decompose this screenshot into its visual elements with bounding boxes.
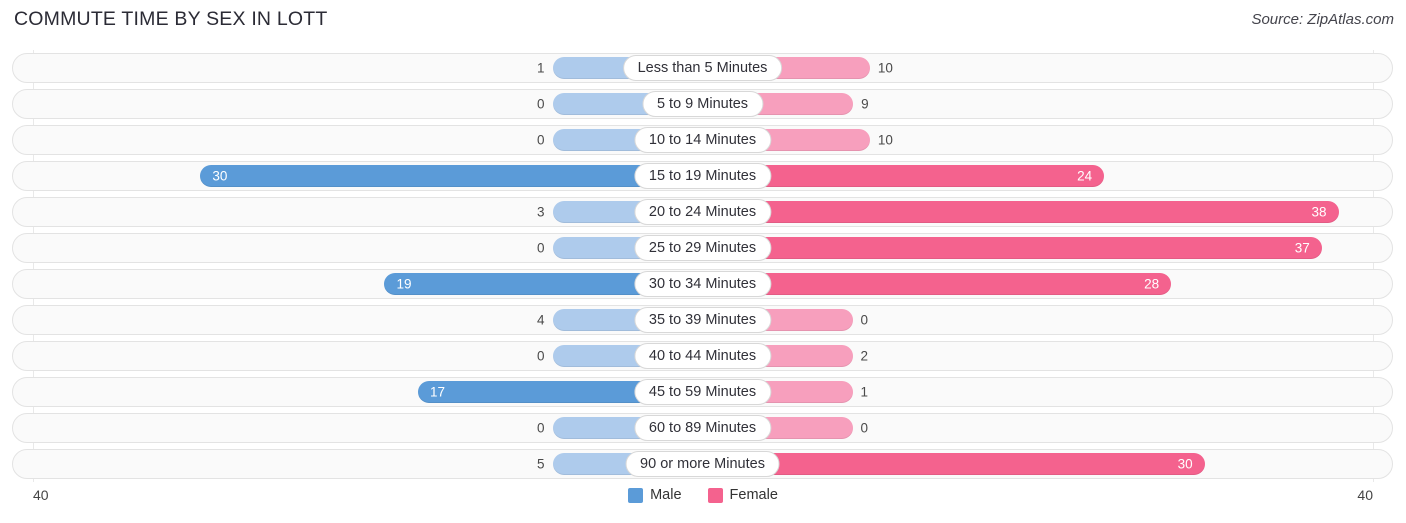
bar-value-female: 37	[1294, 240, 1310, 256]
table-row[interactable]: 4 0 35 to 39 Minutes	[12, 305, 1393, 335]
legend-swatch-male-icon	[628, 487, 644, 503]
table-row[interactable]: 0 2 40 to 44 Minutes	[12, 341, 1393, 371]
bar-value-female: 28	[1144, 276, 1160, 292]
bar-rows: 1 10 Less than 5 Minutes 0 9 5 to 9 Minutes 0 1…	[0, 50, 1406, 482]
bar-value-male: 0	[536, 420, 545, 436]
category-label: 25 to 29 Minutes	[633, 235, 772, 261]
category-label: 15 to 19 Minutes	[633, 163, 772, 189]
bar-value-female: 10	[877, 132, 893, 148]
bar-value-female: 0	[860, 420, 869, 436]
bar-value-male: 0	[536, 240, 545, 256]
category-label: 30 to 34 Minutes	[633, 271, 772, 297]
bar-value-female: 2	[860, 348, 869, 364]
legend-label-male: Male	[650, 487, 682, 503]
table-row[interactable]: 1 10 Less than 5 Minutes	[12, 53, 1393, 83]
bar-value-female: 30	[1177, 456, 1193, 472]
table-row[interactable]: 30 24 15 to 19 Minutes	[12, 161, 1393, 191]
bar-value-male: 0	[536, 132, 545, 148]
legend-swatch-female-icon	[707, 487, 723, 503]
table-row[interactable]: 17 1 45 to 59 Minutes	[12, 377, 1393, 407]
category-label: Less than 5 Minutes	[622, 55, 783, 81]
bar-female[interactable]	[702, 201, 1339, 223]
bar-value-male: 4	[536, 312, 545, 328]
bar-value-male: 0	[536, 96, 545, 112]
legend-item-female[interactable]: Female	[707, 487, 778, 503]
bar-value-male: 19	[396, 276, 412, 292]
category-label: 40 to 44 Minutes	[633, 343, 772, 369]
bar-value-female: 24	[1077, 168, 1093, 184]
category-label: 45 to 59 Minutes	[633, 379, 772, 405]
bar-value-male: 0	[536, 348, 545, 364]
category-label: 5 to 9 Minutes	[641, 91, 764, 117]
chart-page: COMMUTE TIME BY SEX IN LOTT Source: ZipA…	[0, 0, 1406, 523]
bar-value-male: 1	[536, 60, 545, 76]
table-row[interactable]: 0 10 10 to 14 Minutes	[12, 125, 1393, 155]
table-row[interactable]: 0 37 25 to 29 Minutes	[12, 233, 1393, 263]
bar-value-female: 10	[877, 60, 893, 76]
bar-male[interactable]	[200, 165, 703, 187]
table-row[interactable]: 19 28 30 to 34 Minutes	[12, 269, 1393, 299]
bar-value-male: 5	[536, 456, 545, 472]
legend-item-male[interactable]: Male	[628, 487, 682, 503]
bar-value-female: 9	[861, 96, 869, 112]
table-row[interactable]: 0 9 5 to 9 Minutes	[12, 89, 1393, 119]
table-row[interactable]: 3 38 20 to 24 Minutes	[12, 197, 1393, 227]
bar-value-male: 17	[429, 384, 445, 400]
legend-label-female: Female	[729, 487, 778, 503]
bar-value-male: 30	[212, 168, 228, 184]
category-label: 35 to 39 Minutes	[633, 307, 772, 333]
bar-female[interactable]	[702, 237, 1322, 259]
bar-female[interactable]	[702, 273, 1172, 295]
table-row[interactable]: 0 0 60 to 89 Minutes	[12, 413, 1393, 443]
category-label: 20 to 24 Minutes	[633, 199, 772, 225]
table-row[interactable]: 5 30 90 or more Minutes	[12, 449, 1393, 479]
plot-area: 1 10 Less than 5 Minutes 0 9 5 to 9 Minutes 0 1…	[0, 50, 1406, 482]
legend: Male Female	[0, 487, 1406, 503]
page-title: COMMUTE TIME BY SEX IN LOTT	[14, 8, 328, 30]
category-label: 60 to 89 Minutes	[633, 415, 772, 441]
chart-footer: 40 40 Male Female	[0, 482, 1406, 523]
bar-value-male: 3	[536, 204, 545, 220]
bar-value-female: 38	[1311, 204, 1327, 220]
category-label: 90 or more Minutes	[625, 451, 780, 477]
bar-value-female: 0	[860, 312, 869, 328]
chart-header: COMMUTE TIME BY SEX IN LOTT Source: ZipA…	[0, 0, 1406, 45]
source-attribution: Source: ZipAtlas.com	[1251, 11, 1394, 28]
bar-value-female: 1	[860, 384, 869, 400]
category-label: 10 to 14 Minutes	[633, 127, 772, 153]
